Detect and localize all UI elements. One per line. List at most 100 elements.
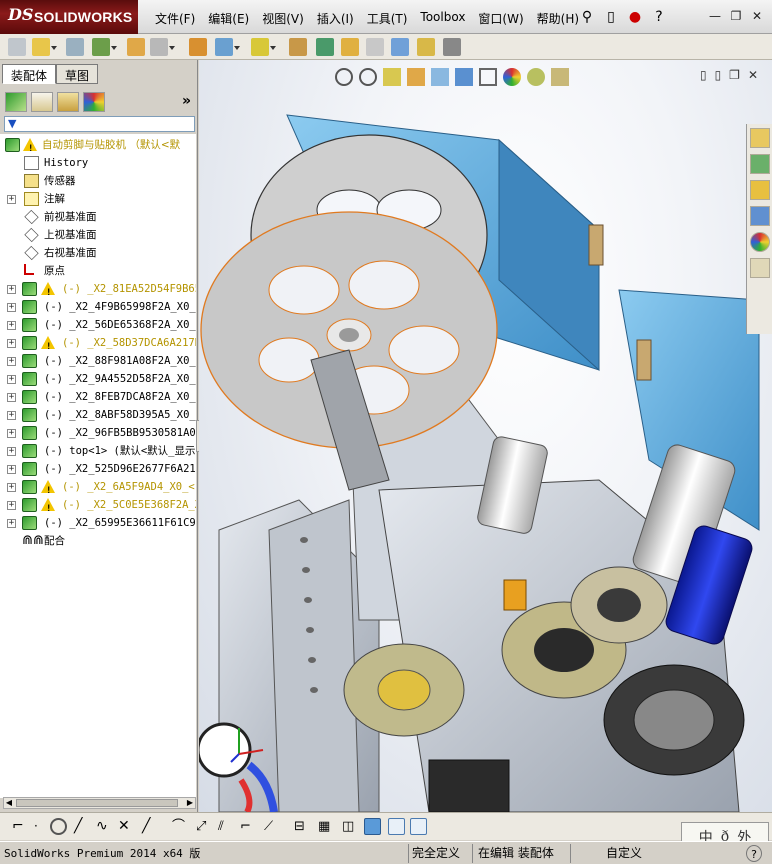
- bill-of-materials-icon[interactable]: [316, 38, 334, 56]
- view-orientation-icon[interactable]: [455, 68, 473, 86]
- expand-toggle[interactable]: +: [7, 303, 16, 312]
- tree-component-row[interactable]: + (-) _X2_88F981A08F2A_X0_<: [0, 352, 196, 370]
- menu-window[interactable]: 窗口(W): [473, 10, 528, 27]
- expand-toggle[interactable]: +: [7, 375, 16, 384]
- expand-toggle[interactable]: +: [7, 195, 16, 204]
- new-icon[interactable]: [8, 38, 26, 56]
- tree-component-row[interactable]: + (-) _X2_58D37DCA6A217D4: [0, 334, 196, 356]
- display-manager-icon[interactable]: [83, 92, 105, 112]
- linear-sketch-pattern-icon[interactable]: ⊟: [294, 818, 311, 835]
- display-style-icon[interactable]: [479, 68, 497, 86]
- previous-view-icon[interactable]: [383, 68, 401, 86]
- mirror-icon[interactable]: ◫: [342, 818, 359, 835]
- menu-view[interactable]: 视图(V): [257, 10, 309, 27]
- configuration-manager-icon[interactable]: [57, 92, 79, 112]
- property-manager-icon[interactable]: [31, 92, 53, 112]
- close-viewport-icon[interactable]: ✕: [748, 68, 758, 82]
- tree-component-row[interactable]: + (-) _X2_9A4552D58F2A_X0_<: [0, 370, 196, 388]
- tree-component-row[interactable]: + (-) _X2_8FEB7DCA8F2A_X0_<: [0, 388, 196, 406]
- zoom-to-fit-icon[interactable]: [335, 68, 353, 86]
- panel-more-button[interactable]: »: [182, 93, 191, 109]
- restore-button[interactable]: ❐: [728, 9, 744, 23]
- scroll-left-arrow[interactable]: ◀: [4, 798, 14, 808]
- expand-toggle[interactable]: +: [7, 411, 16, 420]
- show-hidden-icon[interactable]: [189, 38, 207, 56]
- tree-item-front-plane[interactable]: 前视基准面: [0, 208, 196, 226]
- split-view-icon[interactable]: ▯: [715, 68, 722, 82]
- custom-properties-icon[interactable]: [750, 258, 770, 278]
- new-motion-study-icon[interactable]: [289, 38, 307, 56]
- menu-file[interactable]: 文件(F): [150, 10, 200, 27]
- tree-item-history[interactable]: History: [0, 154, 196, 172]
- smart-dimension-icon[interactable]: ⟋: [264, 818, 281, 835]
- tree-component-row[interactable]: + (-) _X2_81EA52D54F9B659: [0, 280, 196, 302]
- explode-line-icon[interactable]: [366, 38, 384, 56]
- help-icon[interactable]: ?: [746, 845, 762, 862]
- tree-component-row[interactable]: + (-) _X2_525D96E2677F6A217D: [0, 460, 196, 478]
- tree-filter[interactable]: ▼: [4, 116, 195, 132]
- mate-icon[interactable]: [66, 38, 84, 56]
- expand-toggle[interactable]: +: [7, 429, 16, 438]
- section-view-icon[interactable]: [407, 68, 425, 86]
- tab-sketch[interactable]: 草图: [56, 64, 99, 84]
- tree-component-row[interactable]: + (-) _X2_96FB5BB9530581A06: [0, 424, 196, 442]
- 3d-view-icon[interactable]: [364, 818, 381, 835]
- grid-icon[interactable]: ▦: [318, 818, 335, 835]
- scroll-right-arrow[interactable]: ▶: [185, 798, 195, 808]
- expand-toggle[interactable]: +: [7, 285, 16, 294]
- two-view-icon[interactable]: [410, 818, 427, 835]
- menu-toolbox[interactable]: Toolbox: [415, 10, 470, 27]
- units-selector[interactable]: 自定义: [606, 845, 642, 862]
- tree-component-row[interactable]: + (-) _X2_6A5F9AD4_X0_<1>: [0, 478, 196, 500]
- instant3d-icon[interactable]: [443, 38, 461, 56]
- tree-component-row[interactable]: + (-) _X2_56DE65368F2A_X0_<: [0, 316, 196, 334]
- menu-edit[interactable]: 编辑(E): [203, 10, 254, 27]
- solidworks-logo[interactable]: DS SOLIDWORKS: [0, 0, 138, 34]
- help-icon[interactable]: ?: [650, 8, 668, 26]
- apply-scene-icon[interactable]: [527, 68, 545, 86]
- point-icon[interactable]: ·: [34, 818, 51, 835]
- design-library-icon[interactable]: [750, 154, 770, 174]
- tab-assembly[interactable]: 装配体: [2, 64, 57, 84]
- interference-detection-icon[interactable]: [391, 38, 409, 56]
- menu-tools[interactable]: 工具(T): [362, 10, 413, 27]
- tree-horizontal-scrollbar[interactable]: ◀ ▶: [3, 797, 196, 809]
- edit-appearance-icon[interactable]: [503, 68, 521, 86]
- new-document-icon[interactable]: ▯: [602, 8, 620, 26]
- pushpin-icon[interactable]: ⚲: [578, 8, 596, 26]
- reference-geometry-icon[interactable]: [251, 38, 276, 56]
- graphics-area[interactable]: ▯ ▯ ❐ ✕: [199, 60, 772, 812]
- single-view-icon[interactable]: [388, 818, 405, 835]
- close-button[interactable]: ✕: [749, 9, 765, 23]
- tree-item-annotations[interactable]: + 注解: [0, 190, 196, 208]
- convert-entities-icon[interactable]: ⤢: [196, 818, 213, 835]
- fillet-icon[interactable]: ⌒: [172, 818, 189, 835]
- exploded-view-icon[interactable]: [341, 38, 359, 56]
- expand-toggle[interactable]: +: [7, 501, 16, 510]
- spline-icon[interactable]: ∿: [96, 818, 113, 835]
- smart-fasteners-icon[interactable]: [127, 38, 145, 56]
- dynamic-annotation-icon[interactable]: [431, 68, 449, 86]
- split-view-icon[interactable]: ▯: [700, 68, 707, 82]
- zoom-to-area-icon[interactable]: [359, 68, 377, 86]
- traffic-light-icon[interactable]: ●: [626, 8, 644, 26]
- corner-rectangle-icon[interactable]: ⌐: [240, 818, 257, 835]
- tree-item-top-plane[interactable]: 上视基准面: [0, 226, 196, 244]
- tree-component-row[interactable]: + (-) _X2_8ABF58D395A5_X0_<: [0, 406, 196, 424]
- expand-toggle[interactable]: +: [7, 447, 16, 456]
- expand-toggle[interactable]: +: [7, 393, 16, 402]
- move-component-icon[interactable]: [150, 38, 175, 56]
- solidworks-resources-icon[interactable]: [750, 128, 770, 148]
- tree-component-row[interactable]: + (-) top<1> (默认<默认_显示: [0, 442, 196, 460]
- menu-help[interactable]: 帮助(H): [532, 10, 584, 27]
- tree-component-row[interactable]: + (-) _X2_5C0E5E368F2A_X0: [0, 496, 196, 518]
- offset-entities-icon[interactable]: ⫽: [218, 818, 235, 835]
- restore-viewport-icon[interactable]: ❐: [729, 68, 740, 82]
- linear-pattern-icon[interactable]: [92, 38, 117, 56]
- expand-toggle[interactable]: +: [7, 357, 16, 366]
- view-palette-icon[interactable]: [750, 206, 770, 226]
- tree-item-sensors[interactable]: 传感器: [0, 172, 196, 190]
- sketch-icon[interactable]: ⌐: [12, 818, 29, 835]
- tree-root[interactable]: 自动剪脚与贴胶机 （默认<默: [0, 136, 196, 158]
- scroll-thumb[interactable]: [16, 799, 178, 807]
